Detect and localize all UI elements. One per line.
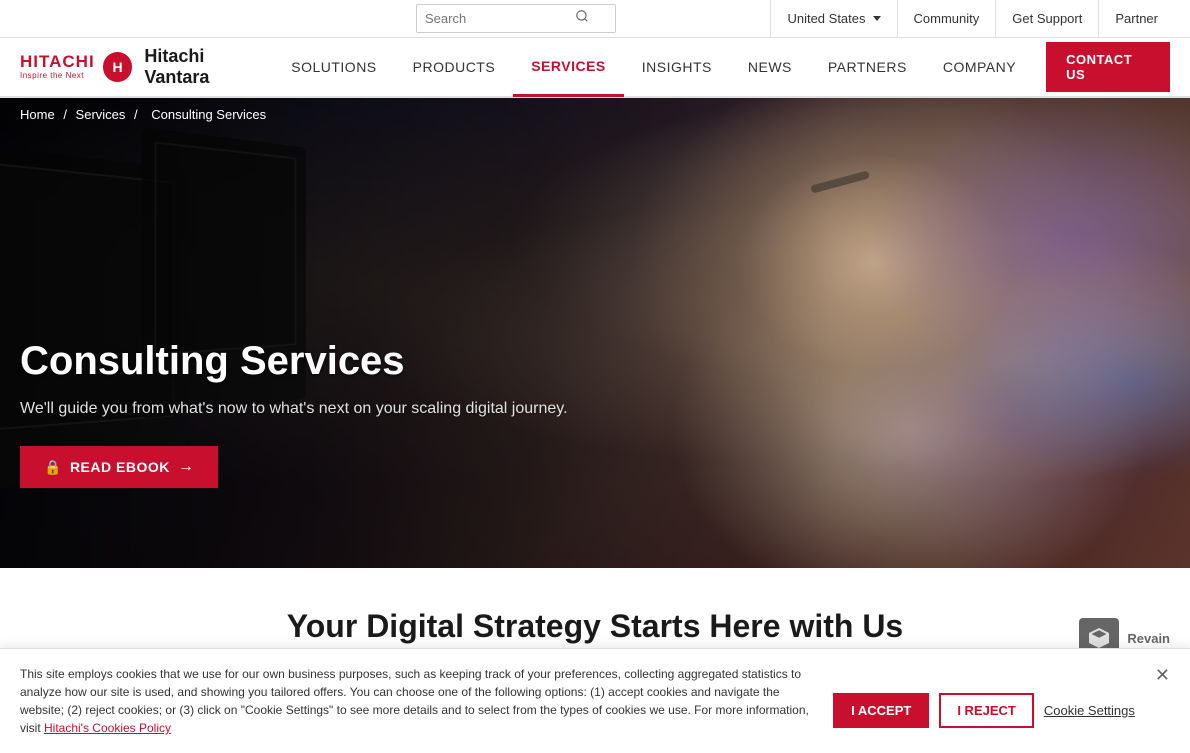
cookie-settings-button[interactable]: Cookie Settings <box>1044 703 1135 718</box>
cookie-actions: I ACCEPT I REJECT Cookie Settings <box>833 693 1135 728</box>
get-support-link[interactable]: Get Support <box>995 0 1098 38</box>
cookie-text: This site employs cookies that we use fo… <box>20 665 813 737</box>
nav-news[interactable]: NEWS <box>730 37 810 97</box>
region-selector[interactable]: United States <box>770 0 896 38</box>
ebook-label: READ EBOOK <box>70 459 170 475</box>
cookie-accept-button[interactable]: I ACCEPT <box>833 693 929 728</box>
breadcrumb-current: Consulting Services <box>151 107 266 122</box>
nav-links: SOLUTIONS PRODUCTS SERVICES INSIGHTS NEW… <box>273 37 1170 97</box>
cookie-reject-button[interactable]: I REJECT <box>939 693 1034 728</box>
top-bar: United States Community Get Support Part… <box>0 0 1190 38</box>
hero-title: Consulting Services <box>20 338 568 384</box>
partner-link[interactable]: Partner <box>1098 0 1174 38</box>
search-container[interactable] <box>416 4 616 33</box>
brand-icon: H <box>103 52 133 82</box>
hero-image-area: Consulting Services We'll guide you from… <box>0 98 1190 568</box>
nav-insights[interactable]: INSIGHTS <box>624 37 730 97</box>
brand-logo[interactable]: HITACHI Inspire the Next H Hitachi Vanta… <box>20 46 273 88</box>
ebook-button[interactable]: 🔒 READ EBOOK → <box>20 446 218 488</box>
search-input[interactable] <box>425 11 575 26</box>
contact-us-button[interactable]: CONTACT US <box>1046 42 1170 92</box>
hero-content: Consulting Services We'll guide you from… <box>20 338 568 488</box>
cookie-close-button[interactable]: ✕ <box>1155 665 1170 686</box>
main-nav: HITACHI Inspire the Next H Hitachi Vanta… <box>0 38 1190 98</box>
cookie-banner-content: This site employs cookies that we use fo… <box>20 665 1170 737</box>
nav-partners[interactable]: PARTNERS <box>810 37 925 97</box>
brand-name: Hitachi Vantara <box>144 46 273 88</box>
lock-icon: 🔒 <box>44 459 62 476</box>
revain-label: Revain <box>1127 631 1170 646</box>
section-title: Your Digital Strategy Starts Here with U… <box>20 608 1170 645</box>
region-label: United States <box>787 11 865 26</box>
hitachi-logo-text: HITACHI <box>20 53 95 72</box>
search-icon <box>575 9 589 28</box>
nav-services[interactable]: SERVICES <box>513 37 624 97</box>
hitachi-tagline: Inspire the Next <box>20 72 95 81</box>
breadcrumb-home[interactable]: Home <box>20 107 55 122</box>
cookie-policy-link[interactable]: Hitachi's Cookies Policy <box>44 721 171 735</box>
arrow-right-icon: → <box>178 458 195 476</box>
nav-solutions[interactable]: SOLUTIONS <box>273 37 394 97</box>
chevron-down-icon <box>873 16 881 21</box>
community-link[interactable]: Community <box>897 0 996 38</box>
hero-section: Home / Services / Consulting Services <box>0 98 1190 568</box>
cookie-banner: This site employs cookies that we use fo… <box>0 648 1190 753</box>
hero-overlay <box>0 98 1190 568</box>
nav-company[interactable]: COMPANY <box>925 37 1034 97</box>
breadcrumb: Home / Services / Consulting Services <box>0 98 291 132</box>
breadcrumb-services[interactable]: Services <box>76 107 126 122</box>
nav-products[interactable]: PRODUCTS <box>395 37 514 97</box>
hero-subtitle: We'll guide you from what's now to what'… <box>20 400 568 418</box>
